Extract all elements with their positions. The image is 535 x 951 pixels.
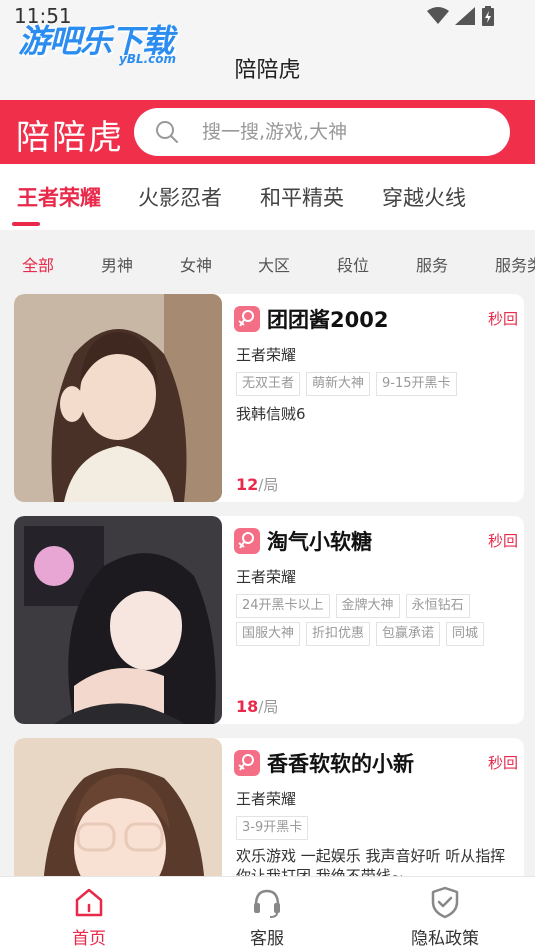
filter-region[interactable]: 大区 xyxy=(258,252,290,276)
watermark-subtext: yBL.com xyxy=(119,52,177,66)
card-body: 团团酱2002 秒回 王者荣耀 无双王者 萌新大神 9-15开黑卡 我韩信贼6 … xyxy=(234,294,520,502)
tag: 3-9开黑卡 xyxy=(236,816,309,840)
search-box[interactable] xyxy=(134,108,510,156)
status-icons xyxy=(427,6,495,26)
headset-icon xyxy=(254,889,280,918)
filter-male[interactable]: 男神 xyxy=(101,252,133,276)
price-value: 18 xyxy=(236,697,259,716)
tab-chuanyue[interactable]: 穿越火线 xyxy=(382,182,466,212)
signal-icon xyxy=(455,7,475,25)
tag: 9-15开黑卡 xyxy=(376,372,457,396)
nav-home-label: 首页 xyxy=(72,929,106,949)
price-value: 12 xyxy=(236,475,259,494)
filter-bar: 全部 男神 女神 大区 段位 服务 服务类 xyxy=(0,238,535,286)
fast-reply-badge: 秒回 xyxy=(487,754,518,772)
filter-female[interactable]: 女神 xyxy=(180,252,212,276)
battery-icon xyxy=(482,6,494,26)
filter-rank[interactable]: 段位 xyxy=(337,252,369,276)
player-name: 团团酱2002 xyxy=(267,308,389,332)
tab-heping[interactable]: 和平精英 xyxy=(260,182,344,212)
wifi-icon xyxy=(427,7,449,24)
tab-wangzhe[interactable]: 王者荣耀 xyxy=(17,182,101,212)
player-card[interactable]: 团团酱2002 秒回 王者荣耀 无双王者 萌新大神 9-15开黑卡 我韩信贼6 … xyxy=(14,294,524,502)
brand-logo: 陪陪虎 xyxy=(16,118,124,158)
price-unit: /局 xyxy=(258,476,279,494)
player-photo xyxy=(14,516,222,724)
tag-list: 24开黑卡以上 金牌大神 永恒钻石 国服大神 折扣优惠 包赢承诺 同城 xyxy=(236,594,518,646)
tag: 永恒钻石 xyxy=(405,594,470,618)
filter-service-type[interactable]: 服务类 xyxy=(495,252,535,276)
nav-home[interactable]: 首页 xyxy=(0,877,178,951)
tag-list: 3-9开黑卡 xyxy=(236,816,518,840)
nav-customer-service[interactable]: 客服 xyxy=(178,877,356,951)
filter-service[interactable]: 服务 xyxy=(416,252,448,276)
home-icon xyxy=(75,888,103,917)
player-card[interactable]: 淘气小软糖 秒回 王者荣耀 24开黑卡以上 金牌大神 永恒钻石 国服大神 折扣优… xyxy=(14,516,524,724)
price: 18/局 xyxy=(236,696,278,717)
brand-bar: 陪陪虎 xyxy=(0,100,535,164)
female-icon xyxy=(234,528,260,554)
player-game: 王者荣耀 xyxy=(236,568,297,586)
bottom-nav: 首页 客服 隐私政策 xyxy=(0,876,535,951)
price-unit: /局 xyxy=(258,698,279,716)
female-icon xyxy=(234,306,260,332)
player-photo xyxy=(14,294,222,502)
price: 12/局 xyxy=(236,474,278,495)
tag: 国服大神 xyxy=(236,622,301,646)
tag: 包赢承诺 xyxy=(376,622,441,646)
game-tabs: 王者荣耀 火影忍者 和平精英 穿越火线 xyxy=(0,164,535,230)
nav-privacy-label: 隐私政策 xyxy=(411,929,479,949)
player-game: 王者荣耀 xyxy=(236,346,297,364)
tag-list: 无双王者 萌新大神 9-15开黑卡 xyxy=(236,372,518,396)
tag: 同城 xyxy=(446,622,485,646)
tag: 无双王者 xyxy=(236,372,301,396)
female-icon xyxy=(234,750,260,776)
active-tab-indicator xyxy=(12,222,40,226)
player-name: 淘气小软糖 xyxy=(267,530,372,554)
tag: 萌新大神 xyxy=(306,372,371,396)
player-name: 香香软软的小新 xyxy=(267,752,414,776)
watermark-logo: 游吧乐下载 yBL.com xyxy=(18,14,188,74)
nav-customer-service-label: 客服 xyxy=(250,929,284,949)
player-game: 王者荣耀 xyxy=(236,790,297,808)
search-input[interactable] xyxy=(202,108,492,156)
player-description: 我韩信贼6 xyxy=(236,405,306,423)
tag: 24开黑卡以上 xyxy=(236,594,330,618)
search-icon xyxy=(156,121,178,143)
card-body: 淘气小软糖 秒回 王者荣耀 24开黑卡以上 金牌大神 永恒钻石 国服大神 折扣优… xyxy=(234,516,520,724)
tab-huoying[interactable]: 火影忍者 xyxy=(138,182,222,212)
tag: 金牌大神 xyxy=(335,594,400,618)
fast-reply-badge: 秒回 xyxy=(487,532,518,550)
fast-reply-badge: 秒回 xyxy=(487,310,518,328)
tag: 折扣优惠 xyxy=(306,622,371,646)
shield-check-icon xyxy=(431,886,459,919)
nav-privacy[interactable]: 隐私政策 xyxy=(356,877,534,951)
filter-all[interactable]: 全部 xyxy=(22,252,54,276)
